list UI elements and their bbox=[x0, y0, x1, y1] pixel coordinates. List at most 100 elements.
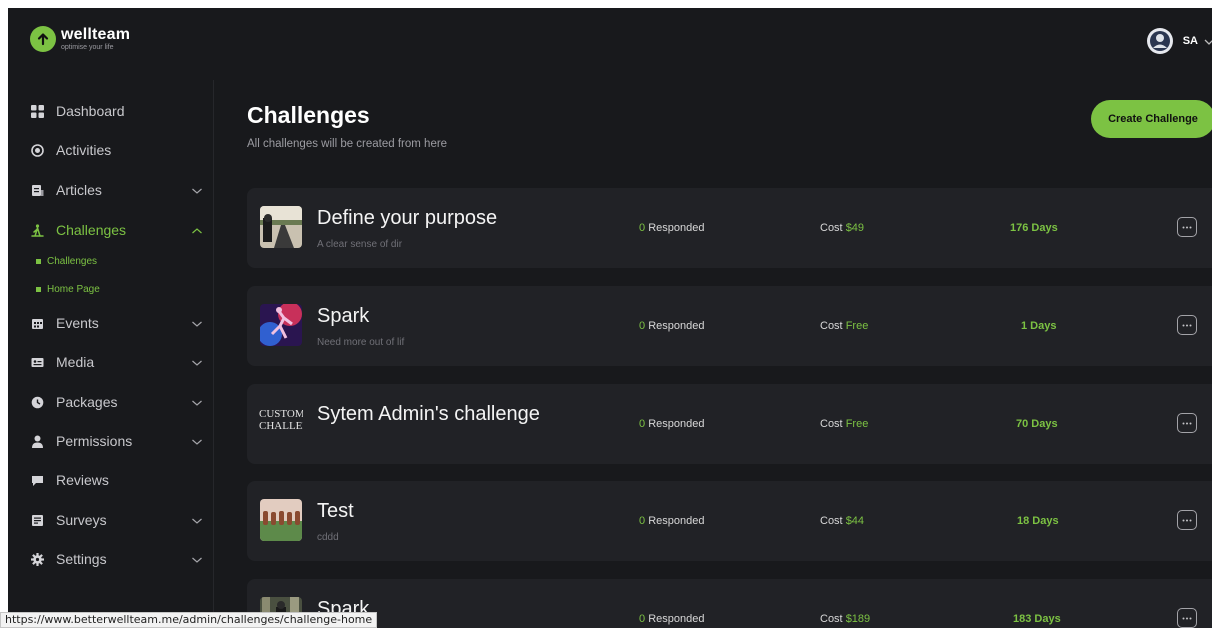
top-bar: wellteam optimise your life SA bbox=[8, 8, 1212, 80]
sidebar-item-activities[interactable]: Activities bbox=[8, 136, 214, 164]
brand-tagline: optimise your life bbox=[61, 44, 114, 51]
cost-value: $44 bbox=[845, 515, 865, 527]
responded-number: 0 bbox=[639, 222, 646, 234]
more-dots-icon bbox=[1182, 617, 1192, 619]
challenge-cost: Cost $44 bbox=[820, 515, 864, 527]
sidebar-subitem-label: Challenges bbox=[47, 255, 98, 267]
cost-value: Free bbox=[845, 320, 869, 332]
chevron-down-icon bbox=[1204, 35, 1212, 47]
chevron-down-icon bbox=[191, 356, 203, 368]
chevron-down-icon bbox=[191, 317, 203, 329]
challenge-card[interactable]: Test cddd 0 Responded Cost $44 18 Days bbox=[247, 481, 1212, 561]
bullet-icon bbox=[36, 258, 41, 264]
responded-number: 0 bbox=[639, 613, 646, 625]
sidebar-item-reviews[interactable]: Reviews bbox=[8, 466, 214, 494]
responded-label: Responded bbox=[648, 320, 705, 332]
bullet-icon bbox=[36, 286, 41, 292]
cost-label: Cost bbox=[820, 320, 843, 332]
responded-label: Responded bbox=[648, 515, 705, 527]
cost-label: Cost bbox=[820, 222, 843, 234]
challenge-cost: Cost $189 bbox=[820, 613, 870, 625]
cost-value: Free bbox=[845, 418, 869, 430]
survey-icon bbox=[30, 513, 44, 527]
gear-icon bbox=[30, 552, 44, 566]
sidebar-item-label: Permissions bbox=[56, 433, 133, 449]
main-content: Challenges All challenges will be create… bbox=[215, 80, 1212, 628]
challenge-title: Test bbox=[317, 500, 354, 522]
responded-label: Responded bbox=[648, 222, 705, 234]
sidebar-subitem-home-page[interactable]: Home Page bbox=[8, 279, 214, 299]
article-icon bbox=[30, 183, 44, 197]
cost-label: Cost bbox=[820, 418, 843, 430]
challenge-card[interactable]: CUSTOMCHALLENGE Sytem Admin's challenge … bbox=[247, 384, 1212, 464]
cost-label: Cost bbox=[820, 613, 843, 625]
hiking-icon bbox=[30, 223, 44, 237]
sidebar-item-label: Media bbox=[56, 354, 95, 370]
sidebar-subitem-challenges[interactable]: Challenges bbox=[8, 251, 214, 271]
challenge-description: A clear sense of dir bbox=[317, 239, 403, 250]
sidebar-item-packages[interactable]: Packages bbox=[8, 388, 214, 416]
chevron-down-icon bbox=[191, 435, 203, 447]
chevron-down-icon bbox=[191, 184, 203, 196]
challenge-days: 176 Days bbox=[1010, 222, 1058, 234]
challenge-thumbnail bbox=[260, 206, 302, 248]
challenge-cost: Cost Free bbox=[820, 418, 868, 430]
sidebar: Dashboard Activities Articles Challenges… bbox=[8, 80, 214, 628]
more-options-button[interactable] bbox=[1177, 315, 1197, 335]
sidebar-item-surveys[interactable]: Surveys bbox=[8, 506, 214, 534]
challenge-days: 70 Days bbox=[1016, 418, 1058, 430]
page-title: Challenges bbox=[247, 102, 370, 128]
more-options-button[interactable] bbox=[1177, 217, 1197, 237]
page-subtitle: All challenges will be created from here bbox=[247, 138, 448, 150]
challenge-title: Sytem Admin's challenge bbox=[317, 403, 540, 425]
sidebar-item-label: Settings bbox=[56, 551, 107, 567]
user-menu[interactable]: SA bbox=[1146, 28, 1212, 54]
avatar[interactable] bbox=[1146, 28, 1173, 54]
media-icon bbox=[30, 355, 44, 369]
more-options-button[interactable] bbox=[1177, 608, 1197, 628]
challenge-days: 1 Days bbox=[1021, 320, 1057, 332]
challenge-description: cddd bbox=[317, 532, 339, 543]
logo-arrow-icon bbox=[30, 26, 56, 52]
challenge-title: Spark bbox=[317, 305, 370, 327]
responded-count: 0 Responded bbox=[639, 613, 704, 625]
challenge-card[interactable]: Spark Need more out of lif 0 Responded C… bbox=[247, 286, 1212, 366]
challenge-card[interactable]: Spark 0 Responded Cost $189 183 Days bbox=[247, 579, 1212, 628]
responded-number: 0 bbox=[639, 515, 646, 527]
cost-label: Cost bbox=[820, 515, 843, 527]
brand-logo[interactable]: wellteam optimise your life bbox=[30, 26, 130, 52]
sidebar-item-label: Surveys bbox=[56, 512, 107, 528]
sidebar-item-challenges[interactable]: Challenges bbox=[8, 216, 214, 244]
responded-label: Responded bbox=[648, 418, 705, 430]
review-icon bbox=[30, 473, 44, 487]
cost-value: $49 bbox=[845, 222, 865, 234]
challenge-days: 183 Days bbox=[1013, 613, 1061, 625]
challenge-thumbnail bbox=[260, 304, 302, 346]
more-options-button[interactable] bbox=[1177, 413, 1197, 433]
challenge-title: Define your purpose bbox=[317, 207, 498, 229]
status-bar-url: https://www.betterwellteam.me/admin/chal… bbox=[0, 612, 378, 628]
sidebar-item-settings[interactable]: Settings bbox=[8, 545, 214, 573]
sidebar-item-articles[interactable]: Articles bbox=[8, 176, 214, 204]
sidebar-subitem-label: Home Page bbox=[47, 283, 100, 295]
calendar-icon bbox=[30, 316, 44, 330]
sidebar-item-dashboard[interactable]: Dashboard bbox=[8, 97, 214, 125]
challenge-thumbnail bbox=[260, 499, 302, 541]
target-icon bbox=[30, 143, 44, 157]
sidebar-item-media[interactable]: Media bbox=[8, 348, 214, 376]
package-icon bbox=[30, 395, 44, 409]
challenge-card[interactable]: Define your purpose A clear sense of dir… bbox=[247, 188, 1212, 268]
create-challenge-button[interactable]: Create Challenge bbox=[1091, 100, 1212, 138]
sidebar-item-label: Packages bbox=[56, 394, 118, 410]
sidebar-item-label: Articles bbox=[56, 182, 102, 198]
more-dots-icon bbox=[1182, 519, 1192, 521]
challenge-thumbnail-text: CUSTOMCHALLENGE bbox=[259, 408, 303, 432]
cost-value: $189 bbox=[845, 613, 871, 625]
responded-count: 0 Responded bbox=[639, 320, 704, 332]
sidebar-item-permissions[interactable]: Permissions bbox=[8, 427, 214, 455]
sidebar-item-events[interactable]: Events bbox=[8, 309, 214, 337]
responded-label: Responded bbox=[648, 613, 705, 625]
more-options-button[interactable] bbox=[1177, 510, 1197, 530]
challenge-description: Need more out of lif bbox=[317, 337, 405, 348]
challenge-cost: Cost $49 bbox=[820, 222, 864, 234]
